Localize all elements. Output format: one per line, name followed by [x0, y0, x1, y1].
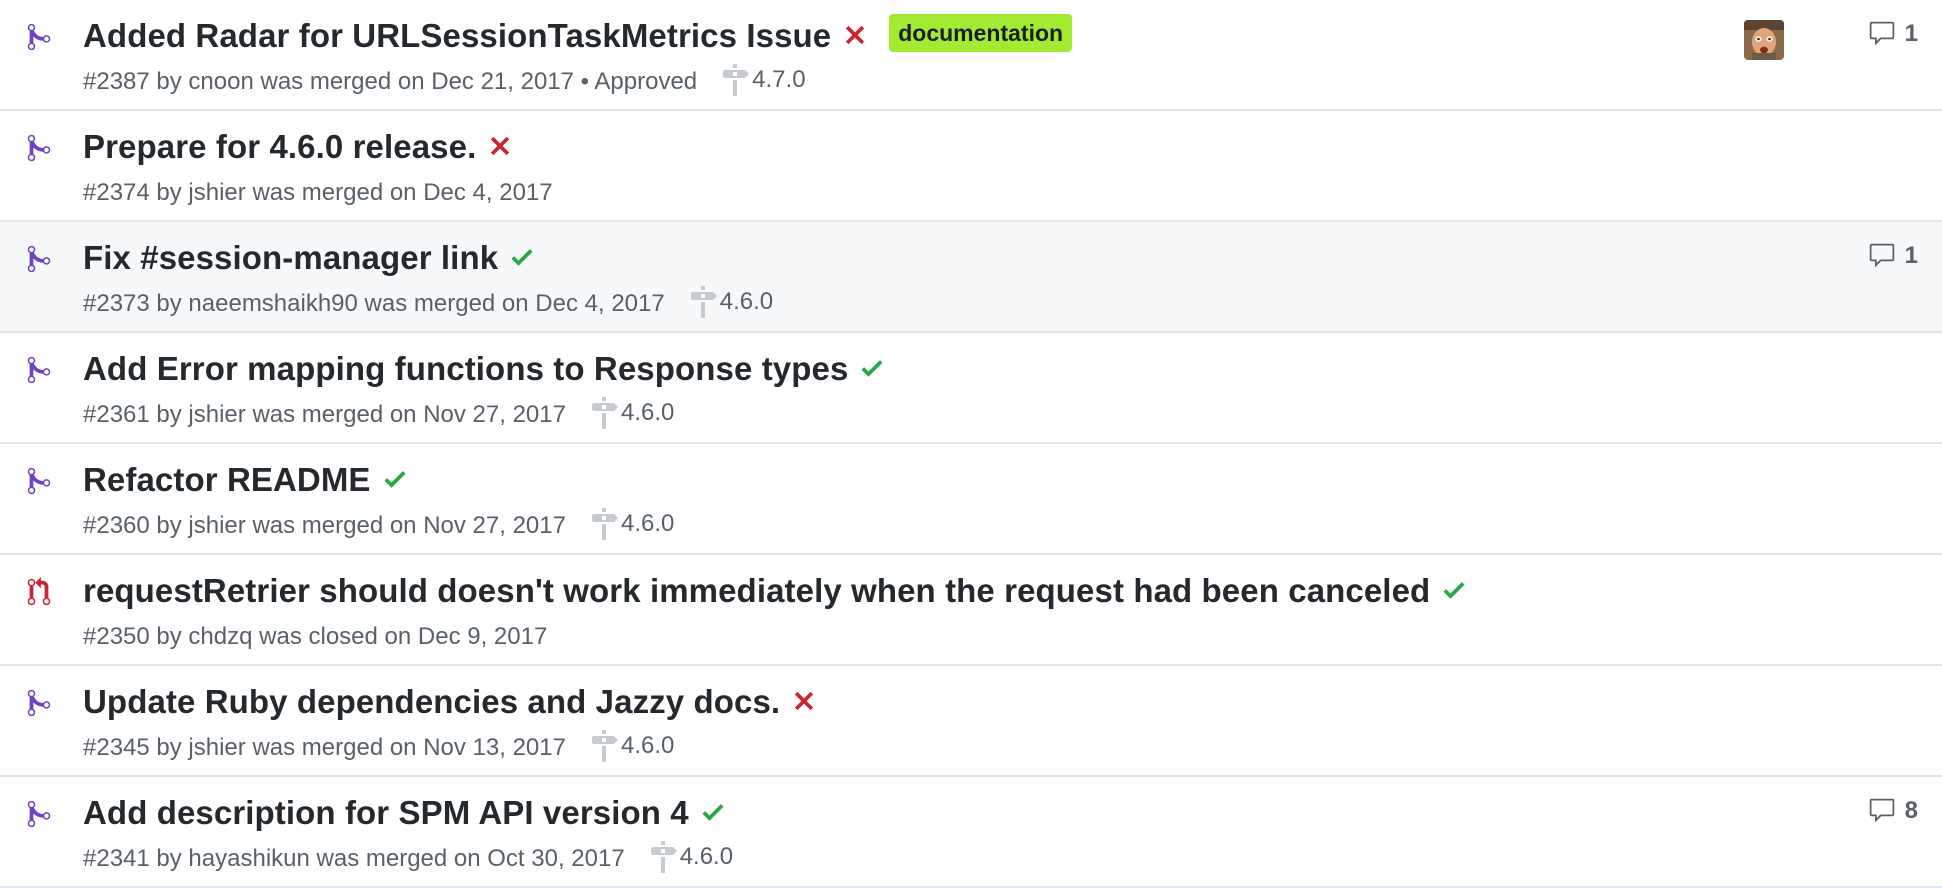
pull-request-title-link[interactable]: Update Ruby dependencies and Jazzy docs. [83, 683, 780, 721]
x-icon[interactable] [792, 687, 816, 711]
pull-request-meta: #2373 by naeemshaikh90 was merged on Dec… [83, 286, 773, 321]
pull-request-row[interactable]: Add description for SPM API version 4 #23… [0, 777, 1942, 888]
milestone-link[interactable]: 4.6.0 [649, 841, 733, 873]
pull-request-meta-text: #2345 by jshier was merged on Nov 13, 20… [83, 734, 566, 761]
pull-request-row[interactable]: Update Ruby dependencies and Jazzy docs.… [0, 666, 1942, 777]
pull-request-meta-text: #2387 by cnoon was merged on Dec 21, 201… [83, 68, 698, 95]
pull-request-title-line: Prepare for 4.6.0 release. [83, 125, 512, 169]
avatar[interactable] [1744, 20, 1784, 60]
pull-request-title-line: Add description for SPM API version 4 [83, 791, 725, 835]
check-icon[interactable] [1442, 576, 1466, 600]
pull-request-list: Added Radar for URLSessionTaskMetrics Is… [0, 0, 1942, 888]
pull-request-title-link[interactable]: Added Radar for URLSessionTaskMetrics Is… [83, 17, 831, 55]
comment-count: 1 [1904, 242, 1918, 269]
milestone-icon [590, 508, 621, 540]
milestone-icon [721, 64, 752, 96]
git-merge-icon [26, 22, 52, 52]
git-merge-icon [26, 244, 52, 274]
label-documentation[interactable]: documentation [889, 14, 1073, 52]
pull-request-meta: #2360 by jshier was merged on Nov 27, 20… [83, 508, 674, 543]
x-icon[interactable] [488, 132, 512, 156]
git-merge-icon [26, 466, 52, 496]
pull-request-row[interactable]: Refactor README #2360 by jshier was merge… [0, 444, 1942, 555]
pull-request-meta-text: #2374 by jshier was merged on Dec 4, 201… [83, 179, 553, 206]
milestone-icon [590, 730, 621, 762]
pull-request-meta: #2374 by jshier was merged on Dec 4, 201… [83, 176, 553, 210]
check-icon[interactable] [701, 798, 725, 822]
x-icon[interactable] [843, 21, 867, 45]
pull-request-meta: #2345 by jshier was merged on Nov 13, 20… [83, 730, 674, 765]
pull-request-title-line: requestRetrier should doesn't work immed… [83, 569, 1466, 613]
check-icon[interactable] [383, 465, 407, 489]
pull-request-meta: #2350 by chdzq was closed on Dec 9, 2017 [83, 620, 547, 654]
milestone-label: 4.6.0 [620, 510, 675, 537]
check-icon[interactable] [510, 243, 534, 267]
pull-request-title-line: Fix #session-manager link [83, 236, 534, 280]
pull-request-title-line: Add Error mapping functions to Response … [83, 347, 884, 391]
milestone-label: 4.7.0 [752, 66, 806, 93]
pull-request-meta-text: #2361 by jshier was merged on Nov 27, 20… [83, 401, 566, 428]
pull-request-meta-text: #2341 by hayashikun was merged on Oct 30… [83, 845, 625, 872]
git-pull-request-closed-icon [26, 577, 52, 607]
milestone-icon [689, 286, 720, 318]
comments-link[interactable]: 1 [1867, 20, 1918, 48]
pull-request-title-link[interactable]: Prepare for 4.6.0 release. [83, 128, 476, 166]
comments-link[interactable]: 8 [1867, 797, 1918, 825]
pull-request-meta-text: #2360 by jshier was merged on Nov 27, 20… [83, 512, 566, 539]
comment-count: 8 [1904, 797, 1918, 824]
milestone-link[interactable]: 4.6.0 [590, 730, 674, 762]
milestone-label: 4.6.0 [620, 732, 675, 759]
pull-request-row[interactable]: Add Error mapping functions to Response … [0, 333, 1942, 444]
comment-icon [1867, 242, 1905, 270]
milestone-link[interactable]: 4.6.0 [590, 397, 674, 429]
git-merge-icon [26, 688, 52, 718]
milestone-icon [590, 397, 621, 429]
pull-request-row[interactable]: Fix #session-manager link #2373 by naeems… [0, 222, 1942, 333]
pull-request-title-link[interactable]: Fix #session-manager link [83, 239, 498, 277]
pull-request-title-line: Refactor README [83, 458, 407, 502]
pull-request-title-link[interactable]: Refactor README [83, 461, 371, 499]
comment-count: 1 [1904, 20, 1918, 47]
pull-request-title-link[interactable]: Add description for SPM API version 4 [83, 794, 689, 832]
pull-request-meta: #2341 by hayashikun was merged on Oct 30… [83, 841, 733, 876]
pull-request-meta-text: #2373 by naeemshaikh90 was merged on Dec… [83, 290, 665, 317]
pull-request-row[interactable]: Prepare for 4.6.0 release. #2374 by jshie… [0, 111, 1942, 222]
milestone-label: 4.6.0 [620, 399, 675, 426]
comments-link[interactable]: 1 [1867, 242, 1918, 270]
comment-icon [1867, 797, 1905, 825]
pull-request-meta: #2387 by cnoon was merged on Dec 21, 201… [83, 64, 806, 99]
pull-request-row[interactable]: Added Radar for URLSessionTaskMetrics Is… [0, 0, 1942, 111]
milestone-link[interactable]: 4.6.0 [689, 286, 773, 318]
pull-request-title-link[interactable]: requestRetrier should doesn't work immed… [83, 572, 1430, 610]
git-merge-icon [26, 133, 52, 163]
pull-request-meta: #2361 by jshier was merged on Nov 27, 20… [83, 397, 674, 432]
pull-request-title-line: Update Ruby dependencies and Jazzy docs. [83, 680, 816, 724]
pull-request-row[interactable]: requestRetrier should doesn't work immed… [0, 555, 1942, 666]
git-merge-icon [26, 355, 52, 385]
milestone-link[interactable]: 4.6.0 [590, 508, 674, 540]
milestone-link[interactable]: 4.7.0 [721, 64, 806, 96]
check-icon[interactable] [860, 354, 884, 378]
milestone-label: 4.6.0 [719, 288, 774, 315]
pull-request-title-link[interactable]: Add Error mapping functions to Response … [83, 350, 848, 388]
comment-icon [1867, 20, 1905, 48]
pull-request-title-line: Added Radar for URLSessionTaskMetrics Is… [83, 14, 1073, 58]
milestone-label: 4.6.0 [679, 843, 734, 870]
pull-request-meta-text: #2350 by chdzq was closed on Dec 9, 2017 [83, 623, 548, 650]
git-merge-icon [26, 799, 52, 829]
milestone-icon [649, 841, 680, 873]
